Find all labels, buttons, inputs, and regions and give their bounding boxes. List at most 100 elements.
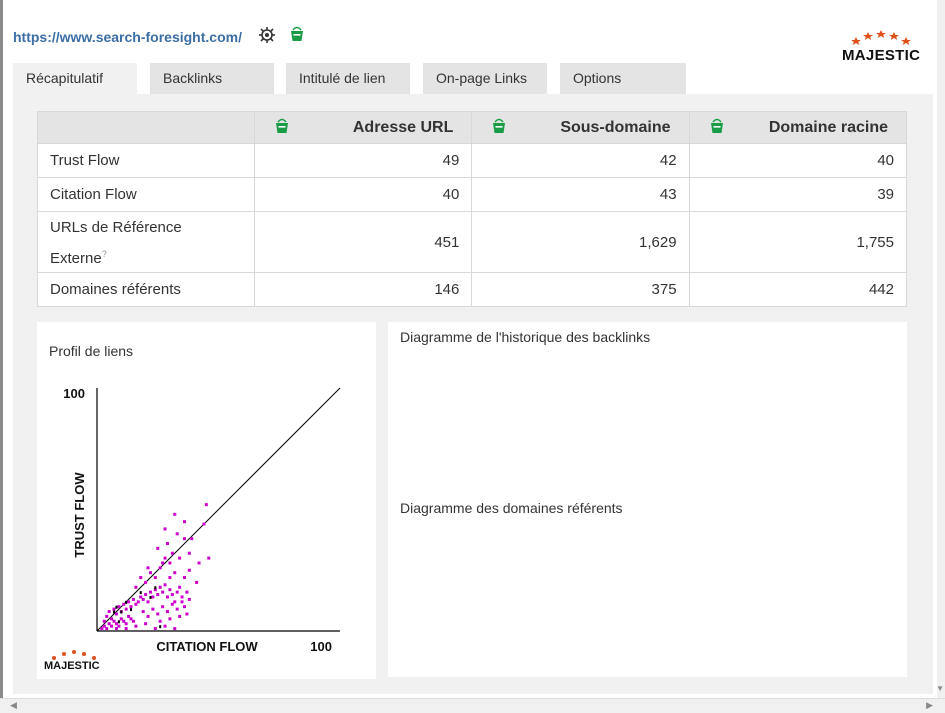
scatter-point xyxy=(141,610,145,614)
scatter-point xyxy=(187,597,191,601)
scatter-point xyxy=(144,622,148,626)
column-header-subdomain: Sous-domaine xyxy=(471,111,690,144)
scatter-point xyxy=(146,600,150,604)
scatter-point xyxy=(182,576,186,580)
bucket-icon[interactable] xyxy=(290,26,304,42)
scatter-point xyxy=(207,556,211,560)
scatter-point xyxy=(161,605,165,609)
scatter-point xyxy=(107,610,111,614)
scroll-down-arrow-icon[interactable]: ▼ xyxy=(936,684,944,693)
scatter-point xyxy=(187,568,191,572)
gear-icon[interactable] xyxy=(258,26,276,44)
scatter-point xyxy=(173,512,177,516)
backlink-history-title: Diagramme de l'historique des backlinks xyxy=(400,329,651,345)
table-header-row: Adresse URL Sous-domaine Domaine racine xyxy=(36,111,908,144)
scatter-point xyxy=(168,617,172,621)
scatter-point xyxy=(175,590,179,594)
scatter-point-dark xyxy=(113,610,116,614)
scatter-point-dark xyxy=(149,595,152,599)
vertical-scrollbar[interactable]: ▼ xyxy=(936,0,945,713)
scatter-point xyxy=(163,556,167,560)
scatter-point xyxy=(156,593,160,597)
scatter-point-dark xyxy=(159,625,162,629)
scatter-point xyxy=(178,585,182,589)
scatter-point xyxy=(165,610,169,614)
site-url-link[interactable]: https://www.search-foresight.com/ xyxy=(13,29,242,45)
scatter-point xyxy=(156,612,160,616)
bucket-icon[interactable] xyxy=(492,118,506,134)
scatter-point xyxy=(114,612,118,616)
scatter-point-dark xyxy=(154,586,157,590)
tab-bar: Récapitulatif Backlinks Intitulé de lien… xyxy=(13,63,933,95)
bucket-icon[interactable] xyxy=(710,118,724,134)
column-header-label: Adresse URL xyxy=(352,118,454,136)
tab-recapitulatif[interactable]: Récapitulatif xyxy=(13,63,137,95)
scatter-point xyxy=(197,561,201,565)
cell-value: 40 xyxy=(254,177,473,212)
table-header-empty xyxy=(36,111,256,144)
column-header-url: Adresse URL xyxy=(254,111,473,144)
scatter-point xyxy=(195,580,199,584)
scatter-point xyxy=(146,566,150,570)
cell-value: 146 xyxy=(254,272,473,307)
column-header-label: Sous-domaine xyxy=(560,118,671,136)
scatter-point xyxy=(148,571,152,575)
scatter-point xyxy=(187,551,191,555)
scatter-point xyxy=(163,527,167,531)
help-icon[interactable]: ? xyxy=(102,249,107,259)
scatter-point xyxy=(131,597,135,601)
x-axis-label: CITATION FLOW xyxy=(156,639,258,654)
scatter-point xyxy=(158,566,162,570)
scatter-point xyxy=(134,624,138,628)
scatter-point xyxy=(182,537,186,541)
table-row: Citation Flow 40 43 39 xyxy=(36,177,908,212)
scatter-point-dark xyxy=(139,591,142,595)
scatter-point-dark xyxy=(130,608,133,612)
tab-backlinks[interactable]: Backlinks xyxy=(150,63,274,94)
history-charts-box: Diagramme de l'historique des backlinks … xyxy=(388,322,907,677)
scatter-point xyxy=(114,627,118,631)
bucket-icon[interactable] xyxy=(275,118,289,134)
scatter-point xyxy=(153,627,157,631)
chart-majestic-logo: MAJESTIC xyxy=(44,648,104,676)
scatter-point xyxy=(153,576,157,580)
scatter-point xyxy=(136,600,140,604)
cell-value: 40 xyxy=(688,143,908,178)
link-profile-scatter-chart: 100 100 CITATION FLOW TRUST FLOW xyxy=(63,386,341,654)
scatter-point xyxy=(112,607,116,611)
cell-value: 442 xyxy=(688,272,908,307)
scatter-point xyxy=(158,619,162,623)
scatter-point xyxy=(144,580,148,584)
scatter-point-dark xyxy=(117,620,120,624)
scatter-point xyxy=(124,607,128,611)
tab-intitule-de-lien[interactable]: Intitulé de lien xyxy=(286,63,410,94)
scatter-point xyxy=(146,614,150,618)
scroll-right-arrow-icon[interactable]: ▶ xyxy=(926,700,933,711)
link-profile-title: Profil de liens xyxy=(49,343,134,359)
majestic-logo: MAJESTIC xyxy=(842,27,920,67)
scatter-point xyxy=(185,590,189,594)
scatter-point xyxy=(190,537,194,541)
y-tick-label: 100 xyxy=(63,386,85,401)
scatter-point-dark xyxy=(120,610,123,614)
table-row: Domaines référents 146 375 442 xyxy=(36,272,908,307)
horizontal-scrollbar[interactable]: ◀ ▶ xyxy=(0,698,945,713)
scatter-point xyxy=(170,602,174,606)
logo-text: MAJESTIC xyxy=(44,660,100,672)
row-label: Citation Flow xyxy=(36,177,256,212)
column-header-root-domain: Domaine racine xyxy=(688,111,908,144)
tab-on-page-links[interactable]: On-page Links xyxy=(423,63,547,94)
scatter-point-dark xyxy=(125,600,128,604)
scatter-point xyxy=(178,614,182,618)
scatter-point xyxy=(117,605,121,609)
tab-options[interactable]: Options xyxy=(560,63,686,94)
scatter-point xyxy=(110,624,114,628)
scroll-left-arrow-icon[interactable]: ◀ xyxy=(10,700,17,711)
scatter-point xyxy=(168,561,172,565)
scatter-point xyxy=(175,607,179,611)
column-header-label: Domaine racine xyxy=(768,118,888,136)
cell-value: 451 xyxy=(254,211,473,273)
scatter-point xyxy=(105,627,109,631)
x-tick-label: 100 xyxy=(310,639,332,654)
scatter-point xyxy=(180,600,184,604)
